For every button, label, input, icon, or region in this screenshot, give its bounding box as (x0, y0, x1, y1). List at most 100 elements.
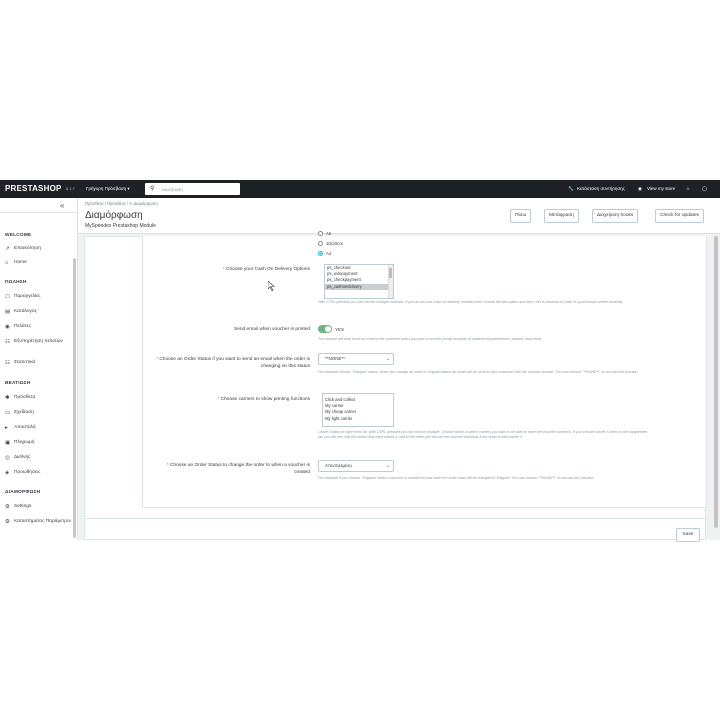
radio-dot-checked[interactable] (318, 251, 323, 256)
radio-dot[interactable] (318, 231, 323, 236)
sidebar-item[interactable]: ⚙ Settings (5, 504, 31, 510)
top-bar: PRESTASHOP 8.1.7 Γρήγορη Πρόσβαση ▾ ⚲ Αν… (0, 180, 720, 198)
carriers-help: Leave it blank to have them all. With CT… (318, 430, 648, 439)
sidebar-item[interactable]: ▭ Σχεδίαση (5, 410, 34, 416)
sidebar-item[interactable]: ☖ Παραγγελίες (5, 294, 41, 300)
radio-dot[interactable] (318, 241, 323, 246)
eye-icon: ◉ (638, 186, 642, 191)
catalog-icon: ▤ (5, 309, 11, 315)
sidebar-item-label: Διεθνής (14, 455, 31, 460)
view-store-link[interactable]: View my store (647, 186, 675, 191)
sidebar-divider (0, 212, 77, 213)
bell-icon[interactable]: ♧ (686, 186, 690, 192)
sidebar-item-label: Προωθήσεις (14, 470, 41, 475)
list-scrollbar[interactable] (388, 265, 393, 298)
sidebar-item-label: Επισκόπηση (14, 246, 42, 251)
status-email-select[interactable]: **NONE** ⌄ (318, 353, 394, 365)
sidebar-section-title: ΒΕΛΤΙΩΣΗ (5, 381, 31, 386)
maintenance-link[interactable]: Κατάσταση συντήρησης (577, 186, 625, 191)
puzzle-icon: ✱ (5, 395, 10, 401)
account-icon[interactable]: ◯ (702, 186, 707, 192)
translate-button[interactable]: Μετάφραση (544, 209, 579, 223)
page-title: Διαμόρφωση (85, 210, 143, 221)
trend-icon: ↗ (5, 246, 10, 252)
mouse-cursor (268, 281, 275, 291)
globe-icon: ◎ (5, 455, 10, 461)
params-icon: ⚙ (5, 519, 10, 525)
collapse-sidebar-icon[interactable]: « (60, 201, 64, 210)
truck-icon: ▸ (5, 425, 8, 431)
list-item-selected[interactable]: ps_cashondelivery (325, 283, 393, 290)
carriers-label: * Choose carriers to show printing funct… (217, 397, 310, 402)
sidebar-section-title: ΔΙΑΜΟΡΦΩΣΗ (5, 490, 41, 495)
sidebar-item[interactable]: ↗ Επισκόπηση (5, 246, 41, 252)
sidebar-item-label: Πληρωμή (14, 440, 35, 445)
email-label: Send email when voucher is printed (234, 327, 310, 332)
chat-icon: ☷ (5, 339, 10, 345)
sidebar-section-title: ΠΩΛΗΣΗ (5, 280, 27, 285)
customer-icon: ◉ (5, 324, 10, 330)
status-change-select[interactable]: Απεσταλμένο ⌄ (318, 460, 394, 472)
radio-a6[interactable]: A6 (318, 231, 331, 236)
save-button[interactable]: Save (676, 528, 700, 542)
wrench-icon: 🔧 (568, 186, 574, 191)
breadcrumb[interactable]: Πρόσθετα / Πρόσθετα / ✎ Διαμόρφωση (85, 201, 158, 206)
prestashop-logo[interactable]: PRESTASHOP (5, 184, 62, 193)
sidebar-item-label: Home (14, 260, 27, 265)
monitor-icon: ▭ (5, 410, 11, 416)
status-change-label: * Choose an Order Status to change the o… (166, 463, 310, 475)
sidebar-item-label: Εξυπηρέτηση πελατών (14, 339, 63, 344)
cod-options-list[interactable]: ps_checkout ps_wirepayment ps_checkpayme… (324, 264, 394, 299)
page-subtitle: MySpeedex Prestashop Module (85, 223, 156, 229)
manage-hooks-button[interactable]: Διαχείριση hooks (592, 209, 639, 223)
back-button[interactable]: Πίσω (510, 209, 532, 223)
check-updates-button[interactable]: Check for updates (655, 209, 704, 223)
email-toggle-value: YES (335, 327, 345, 332)
sidebar-item-label: Στατιστικά (14, 360, 36, 365)
status-email-help: For example choose "Shipped" status, whe… (318, 370, 639, 374)
status-email-label: * Choose an Order Status if you want to … (156, 357, 310, 369)
version-label: 8.1.7 (66, 186, 75, 191)
panel-footer-divider (84, 518, 706, 519)
radio-a4[interactable]: A4 (318, 251, 331, 256)
email-help: The module will auto send an email to th… (318, 337, 542, 341)
sidebar-item[interactable]: ☷ Στατιστικά (5, 360, 35, 366)
sidebar-item-label: Κατάλογος (14, 309, 37, 314)
sidebar-item[interactable]: ◎ Διεθνής (5, 455, 30, 461)
sidebar-item-label: Πρόσθετα (14, 395, 36, 400)
home-icon: ⌂ (5, 260, 9, 266)
sidebar-item[interactable]: ⚙ Καταστήματος Παράμετροι (5, 519, 71, 525)
cod-label: * Choose your Cash On Delivery Options (222, 267, 310, 272)
page-header: Πρόσθετα / Πρόσθετα / ✎ Διαμόρφωση Διαμό… (78, 198, 720, 234)
sidebar-item[interactable]: ⌂ Home (5, 260, 27, 266)
sidebar-item[interactable]: ▣ Πληρωμή (5, 440, 34, 446)
promo-icon: ◈ (5, 470, 10, 476)
radio-10x15[interactable]: 10x15cm (318, 241, 343, 246)
sidebar-item-label: Παραγγελίες (14, 294, 41, 299)
sidebar-scrollbar[interactable] (73, 258, 76, 538)
sidebar-item[interactable]: ▸ Αποστολή (5, 425, 36, 431)
email-toggle[interactable] (318, 325, 332, 333)
list-item[interactable]: My light carrier (323, 416, 393, 422)
cart-icon: ☖ (5, 294, 10, 300)
sidebar-item-label: Αποστολή (14, 425, 36, 430)
search-input[interactable]: ⚲ Αναζήτηση (145, 183, 240, 195)
cod-help: With CTRL pressed you can choose multipl… (318, 300, 623, 304)
search-icon: ⚲ (150, 186, 155, 192)
sidebar-item[interactable]: ▤ Κατάλογος (5, 309, 37, 315)
chevron-down-icon: ⌄ (385, 356, 390, 362)
sidebar-item[interactable]: ☷ Εξυπηρέτηση πελατών (5, 339, 63, 345)
sidebar-item-label: Καταστήματος Παράμετροι (14, 519, 71, 524)
sidebar-section-title: WELCOME (5, 233, 32, 238)
sidebar-item-label: Settings (14, 504, 32, 509)
status-change-help: For example if you choose "Shipped" when… (318, 476, 594, 480)
payment-icon: ▣ (5, 440, 11, 446)
page-scrollbar[interactable] (714, 236, 718, 528)
quick-access-menu[interactable]: Γρήγορη Πρόσβαση ▾ (86, 186, 130, 192)
stats-icon: ☷ (5, 360, 10, 366)
sidebar-item[interactable]: ◈ Προωθήσεις (5, 470, 40, 476)
sidebar-item-label: Σχεδίαση (14, 410, 34, 415)
sidebar-item[interactable]: ◉ Πελάτες (5, 324, 31, 330)
carriers-list[interactable]: Click and collect My carrier My cheap ca… (322, 393, 394, 427)
sidebar-item[interactable]: ✱ Πρόσθετα (5, 395, 35, 401)
